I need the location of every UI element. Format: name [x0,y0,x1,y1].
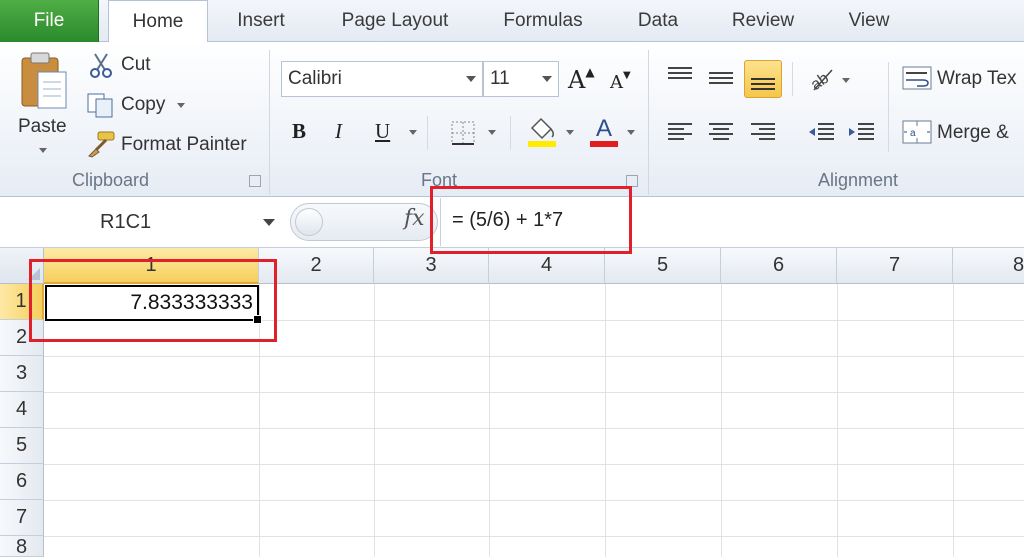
group-separator [648,50,649,195]
borders-icon[interactable] [450,120,476,146]
chevron-down-icon [542,76,552,82]
divider [510,116,511,150]
column-header[interactable]: 7 [837,248,953,284]
bold-button[interactable]: B [292,119,306,144]
font-size-combo[interactable]: 11 [483,61,559,97]
borders-dropdown-icon[interactable] [488,130,496,135]
cut-button[interactable]: Cut [121,54,151,76]
font-color-icon[interactable]: A [588,114,620,148]
format-painter-button[interactable]: Format Painter [121,134,247,156]
group-separator [269,50,270,195]
paste-button[interactable]: Paste [18,116,67,138]
increase-indent-icon[interactable] [846,118,876,146]
gridline [44,500,1024,501]
format-painter-icon[interactable] [86,130,116,158]
tab-home[interactable]: Home [108,0,208,43]
align-left-icon[interactable] [666,118,694,146]
formula-bar-grip-icon [295,208,323,236]
tab-page-layout[interactable]: Page Layout [322,0,468,42]
fill-color-dropdown-icon[interactable] [566,130,574,135]
gridline [374,284,375,557]
font-name-value: Calibri [288,68,342,89]
italic-button[interactable]: I [335,119,342,144]
tab-review[interactable]: Review [715,0,811,42]
font-color-dropdown-icon[interactable] [627,130,635,135]
row-header[interactable]: 5 [0,428,44,464]
svg-text:a: a [910,128,916,139]
tab-formulas[interactable]: Formulas [487,0,599,42]
gridline [44,392,1024,393]
gridline [837,284,838,557]
tab-insert[interactable]: Insert [218,0,304,42]
gridline [489,284,490,557]
row-header[interactable]: 7 [0,500,44,536]
font-size-value: 11 [490,68,510,89]
column-header[interactable]: 6 [721,248,837,284]
fill-color-icon[interactable] [526,114,558,148]
align-right-icon[interactable] [749,118,777,146]
paste-dropdown-icon[interactable] [39,148,47,153]
ribbon: Paste Cut Copy Format Painter Clipboard … [0,42,1024,197]
row-header[interactable]: 8 [0,536,44,557]
ribbon-tab-bar: File Home Insert Page Layout Formulas Da… [0,0,1024,43]
gridline [44,428,1024,429]
wrap-text-icon[interactable] [901,64,933,92]
column-header[interactable]: 8 [953,248,1024,284]
clipboard-group-label: Clipboard [72,170,150,190]
gridline [721,284,722,557]
name-box[interactable]: R1C1 [0,198,285,246]
svg-text:A: A [596,115,612,142]
chevron-down-icon [466,76,476,82]
row-header[interactable]: 3 [0,356,44,392]
divider [427,116,428,150]
scissors-icon[interactable] [88,52,114,78]
shrink-font-button[interactable]: A▼ [610,70,631,93]
orientation-icon[interactable]: ab [806,64,840,94]
font-name-combo[interactable]: Calibri [281,61,483,97]
shrink-font-arrow-icon: ▼ [623,70,631,81]
underline-button[interactable]: U [375,119,390,144]
merge-center-icon[interactable]: a [901,118,933,146]
gridline [605,284,606,557]
row-header[interactable]: 4 [0,392,44,428]
align-top-icon[interactable] [666,64,694,92]
divider [888,62,889,152]
align-middle-icon[interactable] [707,64,735,92]
formula-highlight-box [430,186,632,254]
merge-button[interactable]: Merge & [937,122,1009,144]
cell-highlight-box [29,259,277,342]
alignment-group-label: Alignment [818,170,899,190]
align-bottom-icon [751,78,775,90]
paste-icon[interactable] [18,50,70,114]
gridline [44,356,1024,357]
grow-font-arrow-icon: ▲ [585,65,595,79]
name-box-value: R1C1 [100,210,152,233]
tab-data[interactable]: Data [620,0,696,42]
grow-font-button[interactable]: A▲ [568,65,595,94]
gridline [953,284,954,557]
orientation-dropdown-icon[interactable] [842,78,850,83]
copy-dropdown-icon[interactable] [177,103,185,108]
underline-dropdown-icon[interactable] [409,130,417,135]
row-header[interactable]: 6 [0,464,44,500]
copy-button[interactable]: Copy [121,94,165,116]
copy-icon[interactable] [86,92,116,118]
tab-view[interactable]: View [830,0,908,42]
chevron-down-icon [263,219,275,226]
gridline [44,536,1024,537]
tab-file[interactable]: File [0,0,99,42]
clipboard-dialog-launcher[interactable] [249,175,261,187]
wrap-text-button[interactable]: Wrap Tex [937,68,1017,90]
insert-function-button[interactable]: fx [404,206,425,231]
decrease-indent-icon[interactable] [806,118,836,146]
align-bottom-button[interactable] [744,60,782,98]
gridline [44,464,1024,465]
align-center-icon[interactable] [707,118,735,146]
divider [792,62,793,96]
